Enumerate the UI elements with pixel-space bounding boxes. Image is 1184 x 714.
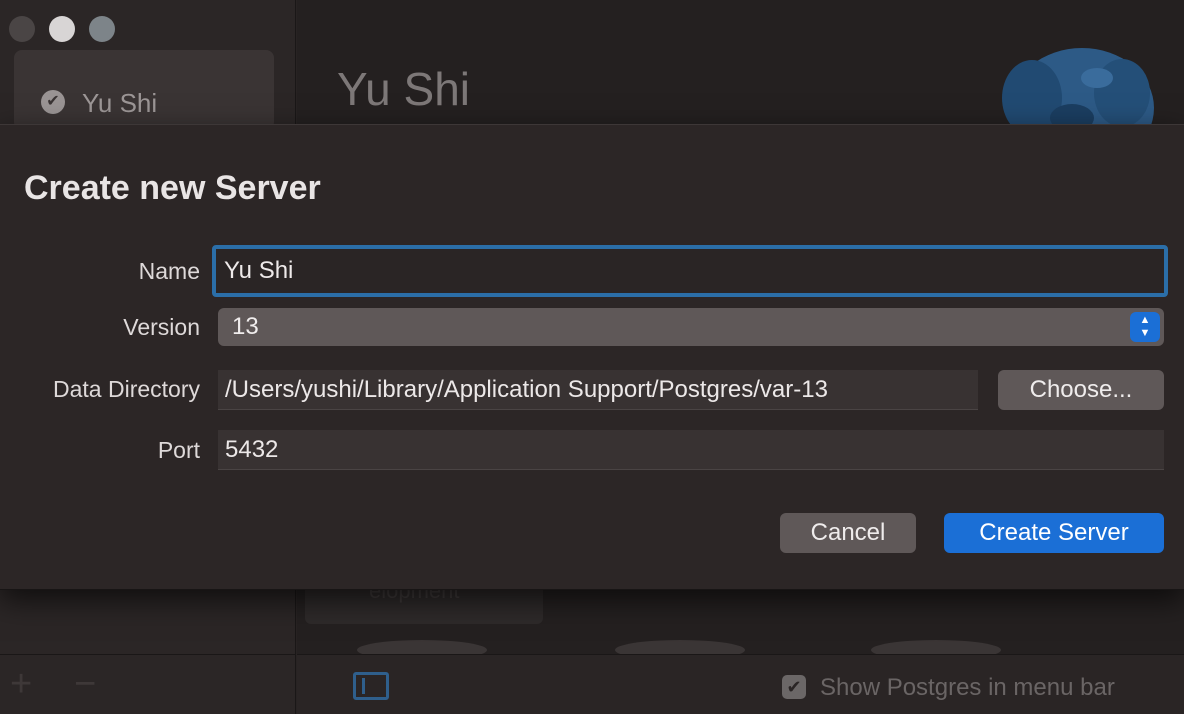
sidebar-toggle-icon[interactable]	[353, 672, 389, 700]
version-value: 13	[232, 313, 259, 340]
version-select[interactable]: 13 ▲ ▼	[218, 308, 1164, 346]
show-in-menubar-checkbox[interactable]: ✔	[782, 675, 806, 699]
create-server-button[interactable]: Create Server	[944, 513, 1164, 553]
port-field[interactable]: 5432	[218, 430, 1164, 470]
minimize-window-button[interactable]	[49, 16, 75, 42]
add-server-button[interactable]: +	[10, 664, 32, 704]
sidebar-footer	[0, 654, 296, 714]
name-label: Name	[138, 258, 200, 284]
close-window-button[interactable]	[9, 16, 35, 42]
name-input[interactable]	[212, 245, 1168, 297]
show-in-menubar-label: Show Postgres in menu bar	[820, 674, 1115, 701]
sidebar-server-item[interactable]: ✔ Yu Shi	[14, 50, 274, 130]
choose-button[interactable]: Choose...	[998, 370, 1164, 410]
data-directory-label: Data Directory	[53, 376, 200, 402]
dialog-title: Create new Server	[24, 169, 321, 207]
cancel-button[interactable]: Cancel	[780, 513, 916, 553]
chevron-updown-icon[interactable]: ▲ ▼	[1130, 312, 1160, 342]
zoom-window-button[interactable]	[89, 16, 115, 42]
data-directory-field[interactable]: /Users/yushi/Library/Application Support…	[218, 370, 978, 410]
checkmark-circle-icon: ✔	[41, 90, 65, 114]
port-label: Port	[157, 437, 200, 463]
sidebar-server-label: Yu Shi	[82, 88, 158, 118]
version-label: Version	[123, 314, 200, 340]
remove-server-button[interactable]: −	[74, 664, 96, 704]
server-title: Yu Shi	[337, 63, 470, 115]
create-server-sheet: Create new Server Name Version 13 ▲▼ Dat…	[0, 124, 1184, 590]
